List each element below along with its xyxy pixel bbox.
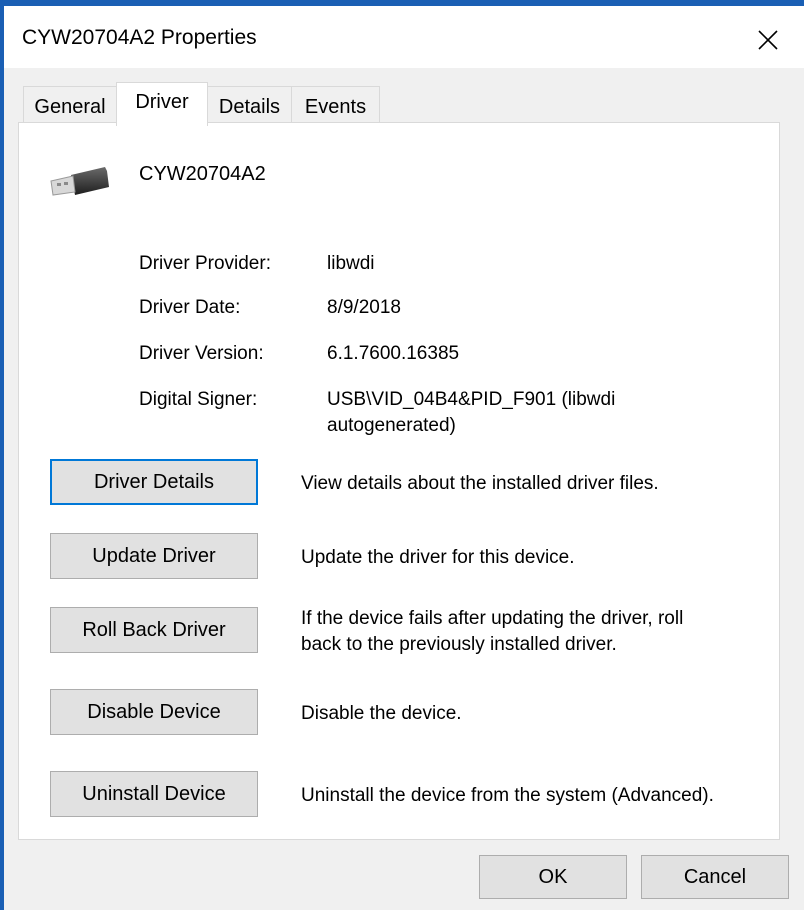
properties-dialog: CYW20704A2 Properties General Driver Det… [4,6,804,910]
driver-tab-panel: CYW20704A2 Driver Provider: libwdi Drive… [18,122,780,840]
digital-signer-value-line2: autogenerated) [327,415,456,436]
digital-signer-label: Digital Signer: [139,389,258,410]
uninstall-device-button[interactable]: Uninstall Device [50,771,258,817]
disable-device-button[interactable]: Disable Device [50,689,258,735]
close-button[interactable] [746,18,790,58]
driver-date-label: Driver Date: [139,297,241,318]
disable-device-description: Disable the device. [301,703,462,724]
roll-back-driver-button[interactable]: Roll Back Driver [50,607,258,653]
device-name: CYW20704A2 [139,163,266,185]
tab-driver[interactable]: Driver [116,82,208,126]
tab-events[interactable]: Events [291,86,380,124]
digital-signer-value-line1: USB\VID_04B4&PID_F901 (libwdi [327,389,616,410]
driver-date-value: 8/9/2018 [327,297,401,318]
update-driver-description: Update the driver for this device. [301,547,575,568]
driver-version-value: 6.1.7600.16385 [327,343,460,364]
title-bar: CYW20704A2 Properties [4,6,804,68]
tab-details[interactable]: Details [207,86,292,124]
cancel-button[interactable]: Cancel [641,855,789,899]
uninstall-device-description: Uninstall the device from the system (Ad… [301,785,714,806]
roll-back-description-line1: If the device fails after updating the d… [301,608,684,629]
driver-details-description: View details about the installed driver … [301,473,659,494]
ok-button[interactable]: OK [479,855,627,899]
usb-plug-icon [50,167,109,196]
tab-general[interactable]: General [23,86,117,124]
driver-version-label: Driver Version: [139,343,264,364]
close-icon [758,30,778,50]
window-title: CYW20704A2 Properties [22,26,257,49]
driver-details-button[interactable]: Driver Details [50,459,258,505]
roll-back-description-line2: back to the previously installed driver. [301,634,617,655]
driver-provider-label: Driver Provider: [139,253,271,274]
driver-provider-value: libwdi [327,253,375,274]
update-driver-button[interactable]: Update Driver [50,533,258,579]
